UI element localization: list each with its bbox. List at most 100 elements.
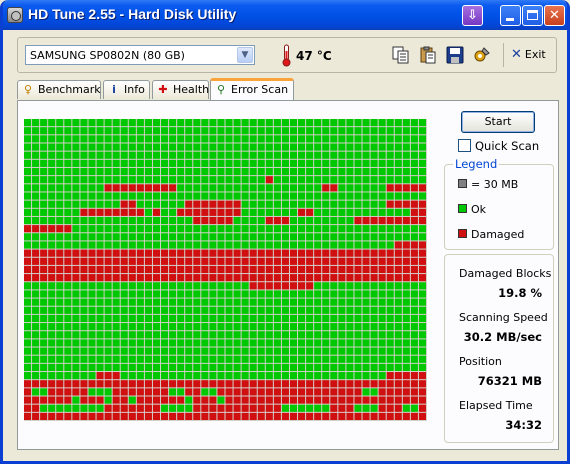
minimize-button[interactable] <box>500 5 521 26</box>
tab-info[interactable]: i Info <box>103 80 150 99</box>
ok-block <box>386 298 394 306</box>
chevron-down-icon[interactable]: ▼ <box>237 47 253 63</box>
ok-block <box>24 306 32 314</box>
ok-block <box>338 298 346 306</box>
damaged-block <box>120 412 128 420</box>
ok-block <box>410 225 418 233</box>
ok-block <box>241 151 249 159</box>
tab-health[interactable]: ✚ Health <box>152 80 209 99</box>
ok-block <box>225 323 233 331</box>
damaged-block <box>128 265 136 274</box>
ok-block <box>72 355 80 363</box>
save-icon[interactable] <box>446 46 464 64</box>
ok-block <box>362 192 370 200</box>
damaged-blocks-label: Damaged Blocks <box>459 267 552 280</box>
ok-block <box>378 347 386 355</box>
damaged-block <box>201 216 209 225</box>
ok-block <box>289 298 298 306</box>
ok-block <box>201 306 209 314</box>
damaged-block <box>112 208 120 216</box>
ok-block <box>370 119 378 127</box>
legend-group: Legend = 30 MB Ok Damaged <box>444 157 554 250</box>
damaged-block <box>394 404 402 412</box>
close-button[interactable]: ✕ <box>544 5 565 26</box>
hdtune-app-icon[interactable] <box>7 7 23 23</box>
ok-block <box>386 314 394 323</box>
ok-block <box>314 119 322 127</box>
ok-block <box>338 347 346 355</box>
quick-scan-checkbox[interactable]: Quick Scan <box>458 139 539 153</box>
checkbox-icon[interactable] <box>458 139 471 152</box>
options-icon[interactable] <box>473 46 491 64</box>
ok-block <box>410 314 418 323</box>
ok-block <box>298 200 306 208</box>
tab-error-scan[interactable]: ⚲ Error Scan <box>210 78 294 100</box>
ok-block <box>378 331 386 339</box>
download-button[interactable]: ⇩ <box>462 5 483 26</box>
ok-block <box>152 347 161 355</box>
ok-block <box>185 192 193 200</box>
ok-block <box>169 347 177 355</box>
ok-block <box>193 151 201 159</box>
damaged-block <box>24 404 32 412</box>
damaged-block <box>104 274 112 282</box>
ok-block <box>32 323 40 331</box>
damaged-block <box>370 274 378 282</box>
ok-block <box>386 143 394 151</box>
damaged-block <box>209 380 217 388</box>
copy-icon[interactable] <box>392 46 410 64</box>
ok-block <box>96 241 104 249</box>
tab-benchmark[interactable]: ♀ Benchmark <box>17 80 101 99</box>
ok-block <box>104 363 112 372</box>
ok-block <box>273 151 281 159</box>
damaged-block <box>24 274 32 282</box>
ok-block <box>257 159 265 167</box>
ok-block <box>144 347 152 355</box>
ok-block <box>152 143 161 151</box>
ok-block <box>112 176 120 184</box>
ok-block <box>281 143 289 151</box>
damaged-block <box>169 184 177 192</box>
damaged-block <box>354 412 362 420</box>
ok-block <box>217 339 225 347</box>
ok-block <box>217 282 225 290</box>
ok-block <box>56 355 64 363</box>
exit-button[interactable]: ✕ Exit <box>511 47 546 62</box>
damaged-block <box>144 404 152 412</box>
ok-block <box>330 225 338 233</box>
ok-block <box>386 241 394 249</box>
ok-block <box>40 200 48 208</box>
ok-block <box>330 233 338 241</box>
ok-block <box>281 339 289 347</box>
ok-block <box>177 323 185 331</box>
ok-block <box>64 151 72 159</box>
damaged-block <box>120 208 128 216</box>
ok-block <box>241 347 249 355</box>
ok-block <box>112 135 120 143</box>
ok-block <box>233 363 241 372</box>
ok-block <box>273 200 281 208</box>
ok-block <box>322 127 330 135</box>
damaged-block <box>56 396 64 404</box>
maximize-button[interactable] <box>522 5 543 26</box>
ok-block <box>410 404 418 412</box>
ok-block <box>177 388 185 396</box>
ok-block <box>233 282 241 290</box>
ok-block <box>56 119 64 127</box>
ok-block <box>346 151 354 159</box>
damaged-block <box>64 396 72 404</box>
ok-block <box>217 331 225 339</box>
ok-block <box>386 363 394 372</box>
ok-block <box>152 216 161 225</box>
ok-block <box>169 135 177 143</box>
damaged-block <box>249 380 257 388</box>
ok-block <box>209 339 217 347</box>
start-button[interactable]: Start <box>461 111 535 133</box>
drive-select[interactable]: SAMSUNG SP0802N (80 GB) ▼ <box>25 45 255 65</box>
title-bar[interactable]: HD Tune 2.55 - Hard Disk Utility ⇩ ✕ <box>3 0 567 30</box>
damaged-block <box>362 257 370 265</box>
ok-block <box>40 282 48 290</box>
ok-block <box>209 323 217 331</box>
damaged-block <box>306 388 314 396</box>
paste-icon[interactable] <box>419 46 437 64</box>
